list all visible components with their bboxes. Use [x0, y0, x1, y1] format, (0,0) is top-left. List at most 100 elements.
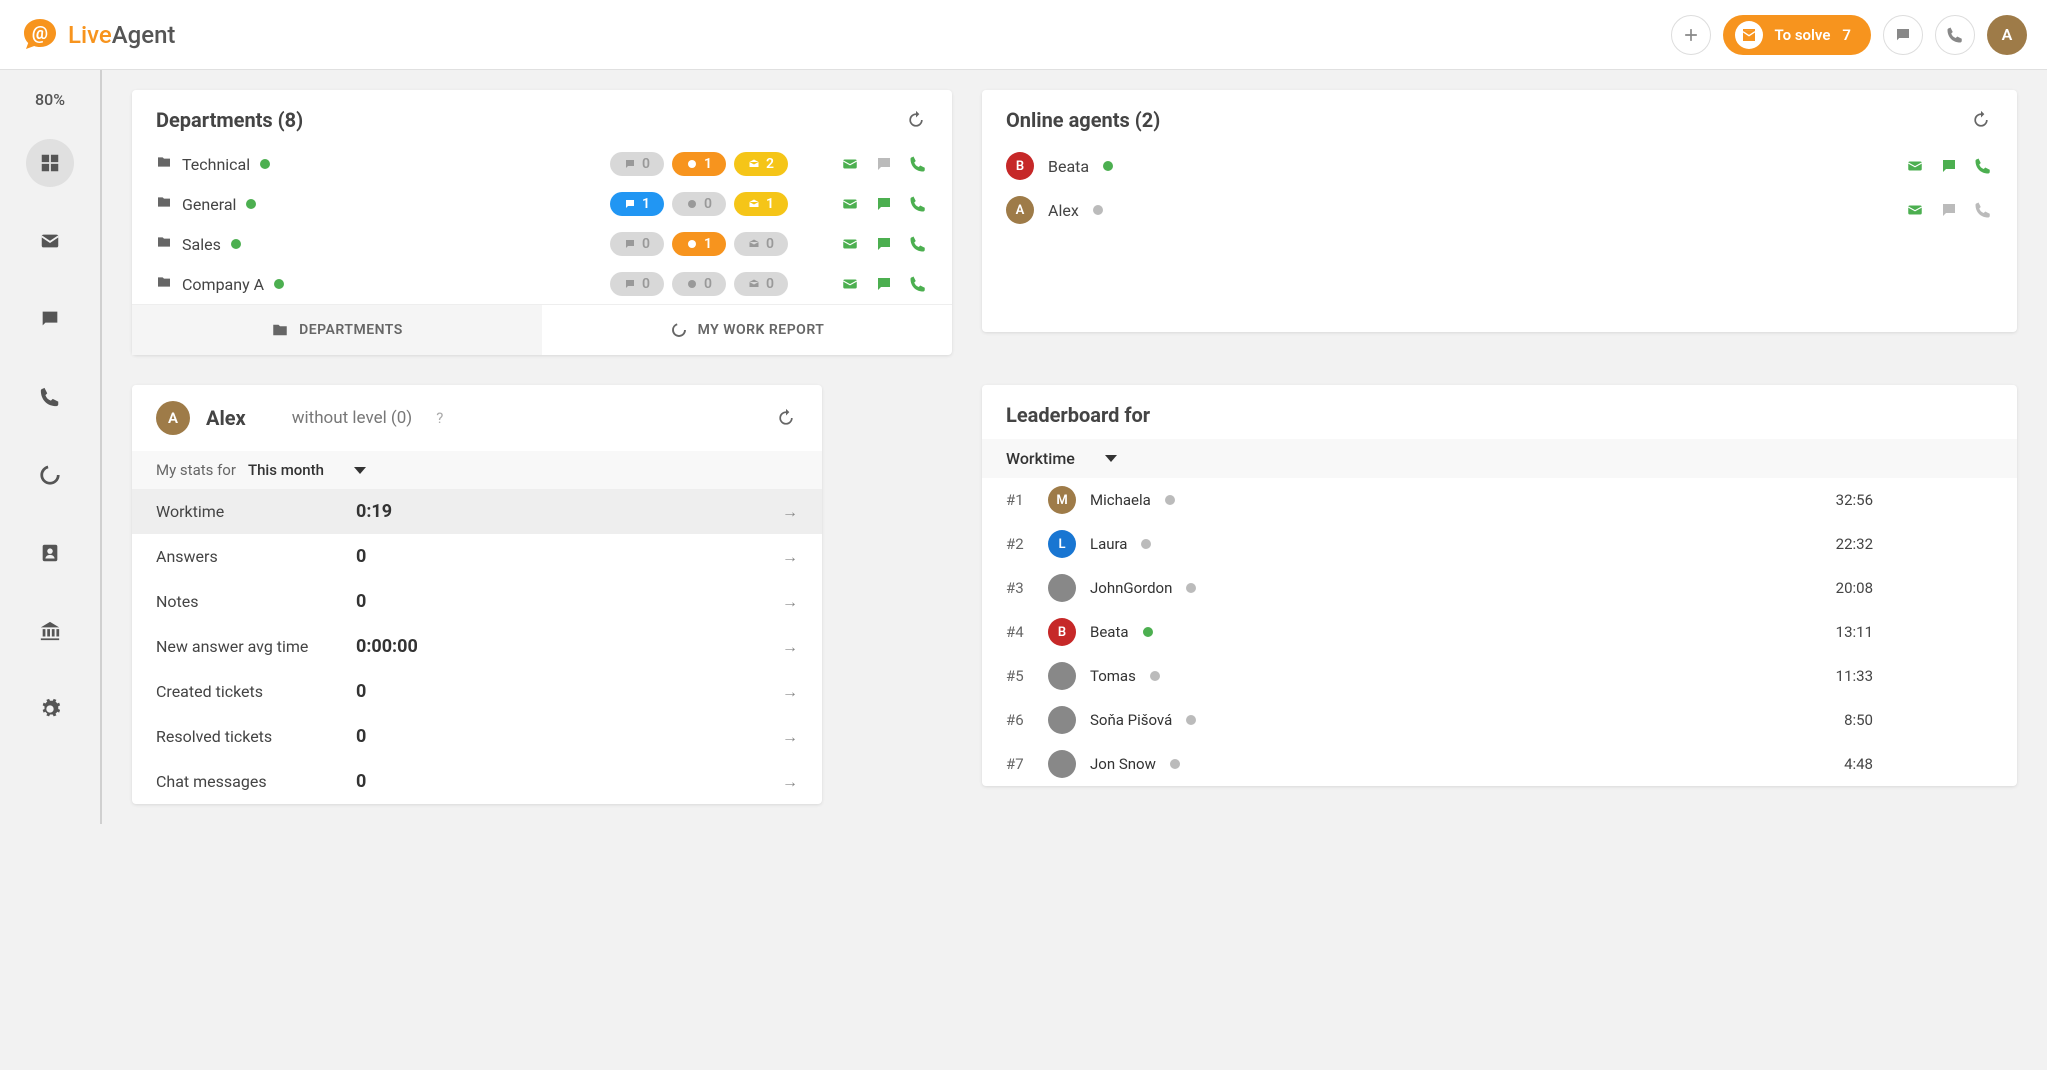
stat-label: Worktime [156, 502, 356, 521]
leaderboard-row[interactable]: #2 L Laura 22:32 [982, 522, 2017, 566]
open-badge[interactable]: 1 [734, 192, 788, 216]
stat-row[interactable]: Resolved tickets 0 → [132, 714, 822, 759]
help-icon[interactable]: ? [436, 409, 443, 427]
agent-row[interactable]: B Beata [982, 144, 2017, 188]
rank: #5 [1006, 667, 1034, 685]
lb-name: Soňa Pišová [1090, 711, 1172, 729]
stat-row[interactable]: Chat messages 0 → [132, 759, 822, 804]
top-header: @ LiveAgent To solve 7 A [0, 0, 2047, 70]
chat-action[interactable] [874, 154, 894, 174]
left-sidebar: 80% [0, 70, 100, 824]
phone-button[interactable] [1935, 15, 1975, 55]
sidebar-chat[interactable] [26, 295, 74, 343]
folder-icon [156, 274, 172, 294]
chat-action[interactable] [1939, 200, 1959, 220]
mail-action[interactable] [1905, 200, 1925, 220]
agent-row[interactable]: A Alex [982, 188, 2017, 232]
lb-time: 11:33 [1836, 667, 1873, 685]
open-badge[interactable]: 2 [734, 152, 788, 176]
mail-action[interactable] [840, 154, 860, 174]
phone-action[interactable] [908, 234, 928, 254]
tab-departments[interactable]: DEPARTMENTS [132, 305, 542, 355]
status-dot [1186, 583, 1196, 593]
sidebar-loading[interactable] [26, 451, 74, 499]
chat-action[interactable] [874, 274, 894, 294]
leaderboard-row[interactable]: #5 Tomas 11:33 [982, 654, 2017, 698]
sidebar-mail[interactable] [26, 217, 74, 265]
stat-row[interactable]: Answers 0 → [132, 534, 822, 579]
rank: #2 [1006, 535, 1034, 553]
open-badge[interactable]: 0 [734, 232, 788, 256]
stat-label: Resolved tickets [156, 727, 356, 746]
mystats-level: without level (0) [292, 408, 413, 428]
sidebar-dashboard[interactable] [26, 139, 74, 187]
leaderboard-title: Leaderboard for [1006, 403, 1150, 427]
lb-avatar [1048, 750, 1076, 778]
lb-name: Jon Snow [1090, 755, 1156, 773]
tab-mywork[interactable]: MY WORK REPORT [542, 305, 952, 355]
mystats-refresh[interactable] [774, 406, 798, 430]
mail-action[interactable] [1905, 156, 1925, 176]
lb-name: Laura [1090, 535, 1127, 553]
phone-action[interactable] [908, 154, 928, 174]
chat-badge[interactable]: 0 [610, 232, 664, 256]
stat-label: Answers [156, 547, 356, 566]
stat-value: 0 [356, 726, 366, 747]
phone-action[interactable] [908, 194, 928, 214]
bank-icon [39, 620, 61, 642]
new-badge[interactable]: 1 [672, 232, 726, 256]
department-row[interactable]: Sales 0 1 0 [156, 224, 928, 264]
sidebar-reports[interactable] [26, 607, 74, 655]
add-button[interactable] [1671, 15, 1711, 55]
department-row[interactable]: General 1 0 1 [156, 184, 928, 224]
to-solve-label: To solve [1775, 26, 1831, 44]
leaderboard-card: Leaderboard for Worktime #1 M Michaela 3… [982, 385, 2017, 786]
leaderboard-row[interactable]: #7 Jon Snow 4:48 [982, 742, 2017, 786]
mystats-period-dropdown[interactable]: This month [248, 461, 366, 479]
department-row[interactable]: Company A 0 0 0 [156, 264, 928, 304]
stat-value: 0:00:00 [356, 636, 418, 657]
leaderboard-row[interactable]: #3 JohnGordon 20:08 [982, 566, 2017, 610]
mail-action[interactable] [840, 234, 860, 254]
mail-icon [39, 230, 61, 252]
leaderboard-row[interactable]: #1 M Michaela 32:56 [982, 478, 2017, 522]
stat-row[interactable]: New answer avg time 0:00:00 → [132, 624, 822, 669]
phone-action[interactable] [1973, 200, 1993, 220]
stat-row[interactable]: Created tickets 0 → [132, 669, 822, 714]
sidebar-contacts[interactable] [26, 529, 74, 577]
department-row[interactable]: Technical 0 1 2 [156, 144, 928, 184]
lb-name: Beata [1090, 623, 1129, 641]
sidebar-settings[interactable] [26, 685, 74, 733]
sidebar-phone[interactable] [26, 373, 74, 421]
chat-badge[interactable]: 1 [610, 192, 664, 216]
phone-action[interactable] [1973, 156, 1993, 176]
stat-row[interactable]: Notes 0 → [132, 579, 822, 624]
phone-action[interactable] [908, 274, 928, 294]
lb-time: 8:50 [1844, 711, 1873, 729]
chat-badge[interactable]: 0 [610, 152, 664, 176]
leaderboard-metric-dropdown[interactable]: Worktime [1006, 449, 1993, 468]
leaderboard-row[interactable]: #4 B Beata 13:11 [982, 610, 2017, 654]
arrow-right-icon: → [782, 592, 798, 612]
plus-icon [1681, 25, 1701, 45]
leaderboard-row[interactable]: #6 Soňa Pišová 8:50 [982, 698, 2017, 742]
mail-action[interactable] [840, 194, 860, 214]
stat-row[interactable]: Worktime 0:19 → [132, 489, 822, 534]
open-badge[interactable]: 0 [734, 272, 788, 296]
chat-action[interactable] [1939, 156, 1959, 176]
new-badge[interactable]: 1 [672, 152, 726, 176]
departments-refresh[interactable] [904, 108, 928, 132]
new-badge[interactable]: 0 [672, 272, 726, 296]
online-agents-refresh[interactable] [1969, 108, 1993, 132]
chat-badge[interactable]: 0 [610, 272, 664, 296]
chevron-down-icon [1105, 455, 1117, 462]
chat-action[interactable] [874, 194, 894, 214]
to-solve-button[interactable]: To solve 7 [1723, 15, 1871, 55]
messages-button[interactable] [1883, 15, 1923, 55]
mail-action[interactable] [840, 274, 860, 294]
user-avatar[interactable]: A [1987, 15, 2027, 55]
to-solve-count: 7 [1842, 26, 1851, 44]
agent-avatar: B [1006, 152, 1034, 180]
new-badge[interactable]: 0 [672, 192, 726, 216]
chat-action[interactable] [874, 234, 894, 254]
